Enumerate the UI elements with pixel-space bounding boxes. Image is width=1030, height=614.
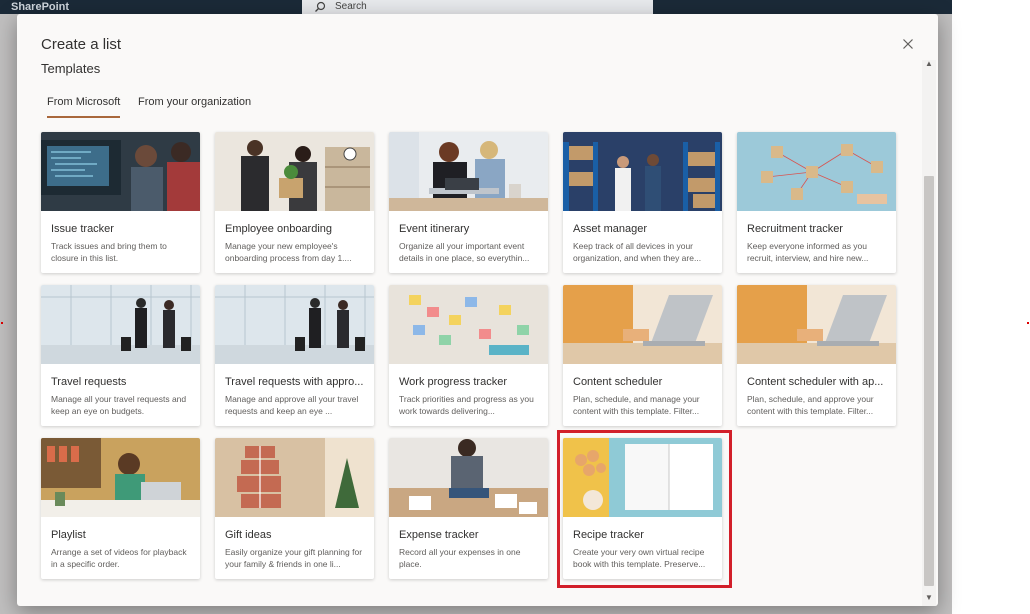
template-description: Plan, schedule, and manage your content …	[573, 394, 700, 416]
template-thumbnail	[215, 285, 374, 364]
template-title: Issue tracker	[51, 223, 114, 235]
scrollbar-thumb[interactable]	[924, 176, 934, 586]
template-card-playlist[interactable]: Playlist Arrange a set of videos for pla…	[41, 438, 200, 579]
template-card-employee-onboarding[interactable]: Employee onboarding Manage your new empl…	[215, 132, 374, 273]
template-card-content-scheduler-with-approval[interactable]: Content scheduler with ap... Plan, sched…	[737, 285, 896, 426]
tab-from-your-organization[interactable]: From your organization	[138, 96, 251, 108]
template-description: Track issues and bring them to closure i…	[51, 241, 167, 263]
section-title: Templates	[41, 61, 101, 76]
template-card-event-itinerary[interactable]: Event itinerary Organize all your import…	[389, 132, 548, 273]
app-brand[interactable]: SharePoint	[11, 1, 69, 13]
template-card-recruitment-tracker[interactable]: Recruitment tracker Keep everyone inform…	[737, 132, 896, 273]
template-card-issue-tracker[interactable]: Issue tracker Track issues and bring the…	[41, 132, 200, 273]
template-card-gift-ideas[interactable]: Gift ideas Easily organize your gift pla…	[215, 438, 374, 579]
template-thumbnail	[215, 438, 374, 517]
template-description: Track priorities and progress as you wor…	[399, 394, 534, 416]
template-title: Gift ideas	[225, 529, 272, 541]
template-title: Recruitment tracker	[747, 223, 843, 235]
template-description: Organize all your important event detail…	[399, 241, 530, 263]
scroll-down-arrow-icon[interactable]: ▼	[922, 592, 936, 604]
template-title: Employee onboarding	[225, 223, 333, 235]
template-description: Keep track of all devices in your organi…	[573, 241, 702, 263]
template-title: Travel requests with appro...	[225, 376, 364, 388]
template-thumbnail	[563, 132, 722, 211]
template-card-content-scheduler[interactable]: Content scheduler Plan, schedule, and ma…	[563, 285, 722, 426]
template-thumbnail	[737, 285, 896, 364]
template-description: Manage and approve all your travel reque…	[225, 394, 359, 416]
template-thumbnail	[563, 285, 722, 364]
template-thumbnail	[41, 132, 200, 211]
template-thumbnail	[389, 132, 548, 211]
template-card-travel-requests[interactable]: Travel requests Manage all your travel r…	[41, 285, 200, 426]
template-title: Travel requests	[51, 376, 127, 388]
marker-dot	[1027, 322, 1029, 324]
template-thumbnail	[389, 285, 548, 364]
create-list-dialog: Create a list Templates From Microsoft F…	[17, 14, 938, 606]
template-title: Asset manager	[573, 223, 647, 235]
template-card-expense-tracker[interactable]: Expense tracker Record all your expenses…	[389, 438, 548, 579]
tab-from-microsoft[interactable]: From Microsoft	[47, 96, 121, 118]
template-title: Work progress tracker	[399, 376, 507, 388]
search-icon	[315, 1, 326, 12]
template-thumbnail	[737, 132, 896, 211]
close-icon[interactable]	[900, 36, 916, 52]
template-title: Event itinerary	[399, 223, 470, 235]
suite-header: SharePoint Search	[0, 0, 952, 14]
template-title: Content scheduler	[573, 376, 663, 388]
selection-highlight	[557, 430, 732, 588]
template-description: Manage your new employee's onboarding pr…	[225, 241, 352, 263]
template-thumbnail	[41, 285, 200, 364]
template-title: Playlist	[51, 529, 86, 541]
template-thumbnail	[389, 438, 548, 517]
page-margin	[952, 0, 1030, 614]
template-thumbnail	[41, 438, 200, 517]
dialog-title: Create a list	[41, 36, 122, 53]
search-box[interactable]: Search	[302, 0, 653, 14]
scroll-up-arrow-icon[interactable]: ▲	[922, 58, 936, 70]
template-description: Manage all your travel requests and keep…	[51, 394, 187, 416]
template-title: Expense tracker	[399, 529, 479, 541]
template-title: Content scheduler with ap...	[747, 376, 884, 388]
template-description: Record all your expenses in one place.	[399, 547, 521, 569]
template-description: Easily organize your gift planning for y…	[225, 547, 363, 569]
template-description: Keep everyone informed as you recruit, i…	[747, 241, 869, 263]
template-description: Plan, schedule, and approve your content…	[747, 394, 874, 416]
template-description: Arrange a set of videos for playback in …	[51, 547, 187, 569]
template-card-travel-requests-with-approval[interactable]: Travel requests with appro... Manage and…	[215, 285, 374, 426]
template-card-asset-manager[interactable]: Asset manager Keep track of all devices …	[563, 132, 722, 273]
search-placeholder: Search	[335, 1, 367, 12]
template-thumbnail	[215, 132, 374, 211]
marker-dot	[1, 322, 3, 324]
template-card-work-progress-tracker[interactable]: Work progress tracker Track priorities a…	[389, 285, 548, 426]
